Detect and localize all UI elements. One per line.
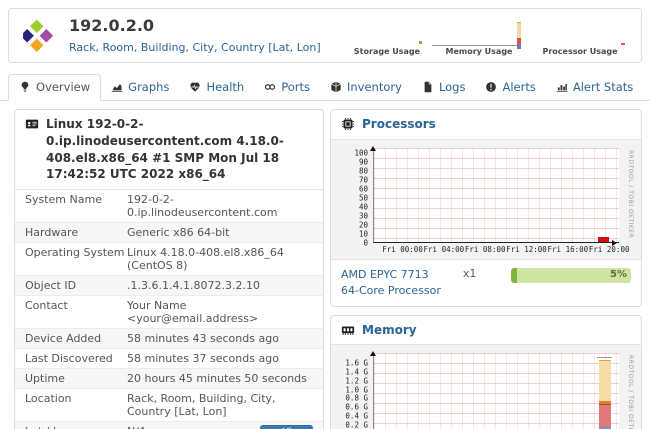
tab-alert-stats[interactable]: Alert Stats [546,75,643,100]
view-map-button[interactable]: View [260,425,313,429]
row-value: .1.3.6.1.4.1.8072.3.2.10 [127,279,313,292]
tab-ports[interactable]: Ports [254,75,320,100]
device-tabbar: Overview Graphs Health Ports Inventory L… [0,74,650,101]
table-row: System Name192-0-2-0.ip.linodeuserconten… [15,190,323,222]
alert-circle-icon [485,81,497,93]
memory-spark-baseline [432,45,520,46]
memory-spark-used [517,38,521,45]
memory-usage-minigraph[interactable]: Memory Usage [446,47,513,56]
processors-plot[interactable] [373,148,619,243]
tab-health[interactable]: Health [179,75,254,100]
heartbeat-icon [189,81,201,93]
panel-title: Processors [362,116,436,133]
row-label: Uptime [25,372,127,385]
tab-overview[interactable]: Overview [8,74,101,101]
system-attributes-table: System Name192-0-2-0.ip.linodeuserconten… [15,190,323,429]
cpu-usage-percent: 5% [610,269,627,280]
table-row: Object ID.1.3.6.1.4.1.8072.3.2.10 [15,275,323,295]
table-row: Last Discovered58 minutes 37 seconds ago [15,348,323,368]
tab-latency[interactable]: Latency [643,75,650,100]
row-label: Lat / Lng [25,425,127,429]
bar-chart-icon [556,81,568,93]
system-description: Linux 192-0-2-0.ip.linodeusercontent.com… [46,116,313,183]
row-label: System Name [25,193,127,219]
cpu-model-link[interactable]: AMD EPYC 7713 [341,268,429,281]
row-label: Contact [25,299,127,325]
device-identity: 192.0.2.0 Rack, Room, Building, City, Co… [69,16,321,54]
rrdtool-watermark: RRDTOOL / TOBI OETIKER [627,150,634,238]
processor-spark-mark [621,43,625,45]
row-value: 20 hours 45 minutes 50 seconds [127,372,313,385]
row-value: 192-0-2-0.ip.linodeusercontent.com [127,193,313,219]
cpu-usage-fill [511,268,517,283]
y-axis: 1009080706050403020100 [333,148,373,243]
table-row: Lat / LngN/A View [15,421,323,429]
system-panel-header: Linux 192-0-2-0.ip.linodeusercontent.com… [15,110,323,190]
tab-alerts[interactable]: Alerts [475,75,545,100]
row-label: Last Discovered [25,352,127,365]
row-label: Device Added [25,332,127,345]
memory-panel: Memory 1.6 G1.4 G1.2 G1.0 G0.8 G0.6 G0.4… [330,315,642,429]
row-value: 58 minutes 37 seconds ago [127,352,313,365]
memory-plot[interactable] [373,353,619,429]
table-row: Operating SystemLinux 4.18.0-408.el8.x86… [15,242,323,275]
overview-content: Linux 192-0-2-0.ip.linodeusercontent.com… [0,101,650,429]
rrdtool-watermark: RRDTOOL / TOBI OETIKER [627,355,634,429]
microchip-icon [341,117,355,131]
y-axis: 1.6 G1.4 G1.2 G1.0 G0.8 G0.6 G0.4 G0.2 G… [333,353,373,429]
panel-title: Memory [362,322,417,339]
device-header: 192.0.2.0 Rack, Room, Building, City, Co… [8,8,642,63]
processors-panel: Processors 1009080706050403020100 Fri 00… [330,109,642,307]
centos-logo-icon [23,20,55,52]
header-mini-graphs: Storage Usage Memory Usage Processor Usa… [333,14,625,59]
link-icon [264,81,276,93]
memory-panel-header: Memory [331,316,641,346]
row-value: 58 minutes 43 seconds ago [127,332,313,345]
table-row: LocationRack, Room, Building, City, Coun… [15,388,323,421]
address-card-icon [25,117,39,131]
memory-ram-icon [341,323,355,337]
table-row: ContactYour Name <your@email.address> [15,295,323,328]
cube-icon [330,81,342,93]
row-value: Rack, Room, Building, City, Country [Lat… [127,392,313,418]
row-label: Hardware [25,226,127,239]
memory-spark-buffers [517,22,521,38]
left-column: Linux 192-0-2-0.ip.linodeusercontent.com… [14,109,324,429]
tab-graphs[interactable]: Graphs [101,75,179,100]
storage-spark-mark [419,41,422,44]
row-value: Your Name <your@email.address> [127,299,313,325]
processors-graph: 1009080706050403020100 Fri 00:00Fri 04:0… [331,140,641,259]
row-value: N/A [127,425,146,429]
cpu-usage-progressbar: 5% [511,268,631,283]
row-value: Generic x86 64-bit [127,226,313,239]
cpu-description-link[interactable]: 64-Core Processor [341,284,441,297]
processor-usage-minigraph[interactable]: Processor Usage [542,47,617,56]
table-row: HardwareGeneric x86 64-bit [15,222,323,242]
table-row: Device Added58 minutes 43 seconds ago [15,328,323,348]
row-label: Operating System [25,246,127,272]
cpu-model: AMD EPYC 7713 64-Core Processor [341,267,441,299]
processors-panel-header: Processors [331,110,641,140]
table-row: Uptime20 hours 45 minutes 50 seconds [15,368,323,388]
area-chart-icon [111,81,123,93]
system-info-panel: Linux 192-0-2-0.ip.linodeusercontent.com… [14,109,324,429]
row-label: Object ID [25,279,127,292]
tab-inventory[interactable]: Inventory [320,75,412,100]
row-value: Linux 4.18.0-408.el8.x86_64 (CentOS 8) [127,246,313,272]
storage-usage-minigraph[interactable]: Storage Usage [354,47,420,56]
cpu-count: x1 [463,267,477,280]
device-location-link[interactable]: Rack, Room, Building, City, Country [Lat… [69,41,321,54]
lightbulb-icon [19,81,31,93]
cpu-usage-row: AMD EPYC 7713 64-Core Processor x1 5% [331,259,641,306]
device-title: 192.0.2.0 [69,16,321,35]
tab-logs[interactable]: Logs [412,75,476,100]
x-axis: Fri 00:00Fri 04:00Fri 08:00Fri 12:00Fri … [373,245,619,257]
memory-graph: 1.6 G1.4 G1.2 G1.0 G0.8 G0.6 G0.4 G0.2 G… [331,345,641,429]
file-icon [422,81,434,93]
right-column: Processors 1009080706050403020100 Fri 00… [330,109,642,429]
row-label: Location [25,392,127,418]
memory-spark-cached [517,45,521,49]
